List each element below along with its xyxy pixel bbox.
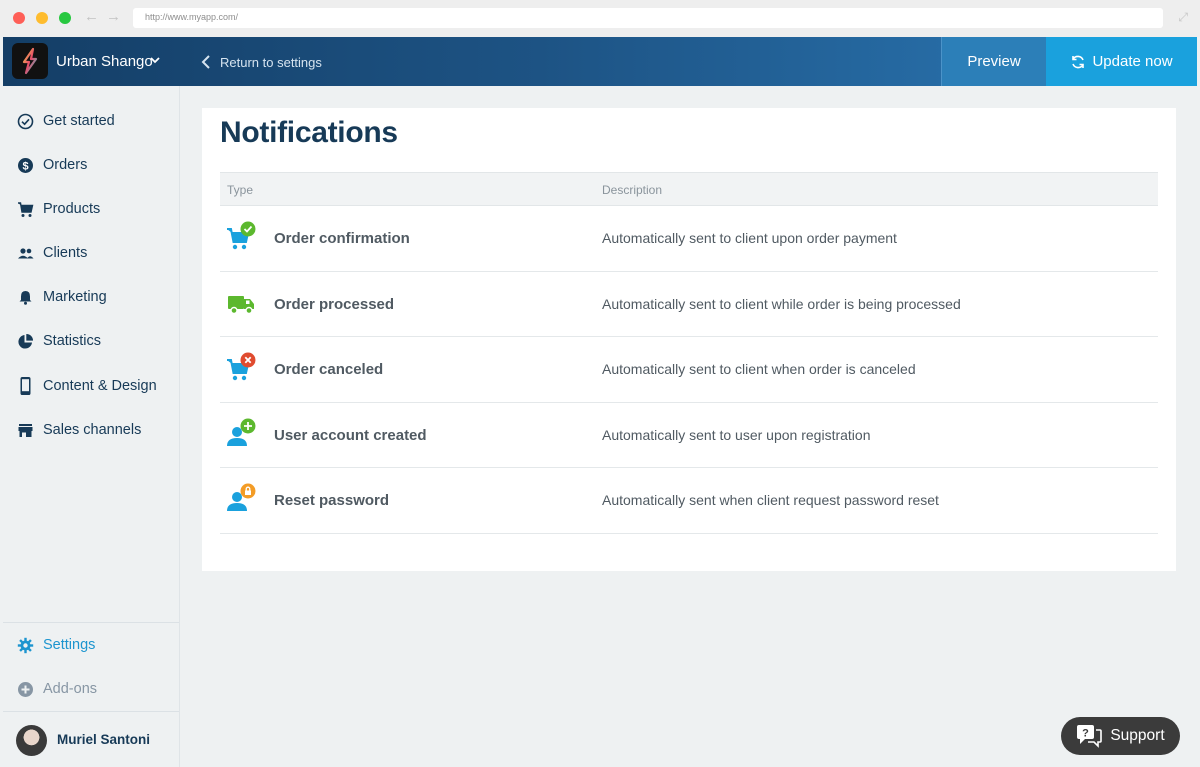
sidebar-item-sales-channels[interactable]: Sales channels — [3, 415, 179, 445]
store-name[interactable]: Urban Shango — [56, 53, 153, 70]
brand-logo[interactable] — [12, 43, 48, 79]
sidebar-divider — [3, 711, 179, 712]
check-circle-icon — [17, 113, 34, 130]
sidebar-item-label: Products — [43, 201, 101, 217]
user-add-icon — [226, 418, 258, 452]
notification-type: User account created — [274, 426, 427, 444]
sidebar-item-label: Add-ons — [43, 681, 98, 697]
page-title: Notifications — [220, 116, 398, 149]
sidebar-item-label: Content & Design — [43, 378, 157, 394]
support-label: Support — [1110, 727, 1165, 744]
notification-type: Order processed — [274, 295, 395, 313]
minimize-window-button[interactable] — [36, 12, 48, 24]
notification-description: Automatically sent to client when order … — [602, 361, 916, 377]
bell-icon — [17, 289, 34, 306]
table-row[interactable]: Order confirmation Automatically sent to… — [220, 206, 1158, 272]
sidebar-item-content-design[interactable]: Content & Design — [3, 371, 179, 401]
refresh-icon — [1072, 55, 1085, 68]
forward-arrow-icon[interactable]: → — [106, 8, 121, 25]
chevron-down-icon[interactable] — [149, 55, 161, 65]
return-label: Return to settings — [220, 54, 322, 70]
sidebar-item-label: Marketing — [43, 289, 107, 305]
cart-check-icon — [226, 221, 258, 255]
dollar-circle-icon: $ — [17, 157, 34, 174]
notification-type: Order confirmation — [274, 230, 410, 247]
sidebar-item-label: Clients — [43, 245, 88, 261]
svg-text:$: $ — [22, 160, 28, 172]
table-row[interactable]: Order canceled Automatically sent to cli… — [220, 337, 1158, 403]
user-lock-icon — [226, 483, 258, 517]
return-to-settings-link[interactable]: Return to settings — [201, 49, 322, 75]
sidebar-item-settings[interactable]: Settings — [3, 630, 179, 660]
update-label: Update now — [1092, 53, 1173, 70]
gear-icon — [17, 637, 34, 654]
maximize-window-button[interactable] — [59, 12, 71, 24]
cart-cancel-icon — [226, 352, 258, 386]
sidebar-item-label: Statistics — [43, 333, 102, 349]
sidebar-item-label: Sales channels — [43, 422, 142, 438]
browser-chrome: ← → http://www.myapp.com/ ⤢ — [0, 0, 1200, 37]
support-button[interactable]: ? Support — [1061, 717, 1180, 755]
notifications-table: Type Description Order confirmation Auto… — [220, 172, 1158, 534]
sidebar-item-statistics[interactable]: Statistics — [3, 326, 179, 356]
phone-icon — [17, 377, 34, 395]
table-row[interactable]: User account created Automatically sent … — [220, 403, 1158, 468]
people-icon — [17, 245, 34, 262]
sidebar-item-label: Settings — [43, 637, 96, 653]
table-header: Type Description — [220, 172, 1158, 206]
notification-description: Automatically sent to client while order… — [602, 295, 961, 312]
pie-chart-icon — [17, 333, 34, 350]
column-header-description: Description — [602, 183, 663, 197]
preview-label: Preview — [967, 53, 1021, 70]
preview-button[interactable]: Preview — [941, 37, 1046, 86]
chevron-left-icon — [201, 55, 210, 69]
notification-description: Automatically sent to client upon order … — [602, 230, 897, 246]
sidebar-item-label: Orders — [43, 157, 88, 173]
sidebar-item-label: Get started — [43, 113, 115, 129]
back-arrow-icon[interactable]: ← — [84, 8, 99, 25]
top-header: Urban Shango Return to settings Preview … — [3, 37, 1197, 86]
notification-description: Automatically sent to user upon registra… — [602, 426, 871, 443]
notification-type: Reset password — [274, 492, 390, 509]
svg-text:?: ? — [1082, 728, 1089, 740]
sidebar-item-products[interactable]: Products — [3, 194, 179, 224]
expand-icon[interactable]: ⤢ — [1178, 10, 1188, 25]
table-row[interactable]: Order processed Automatically sent to cl… — [220, 272, 1158, 337]
column-header-type: Type — [227, 183, 254, 197]
table-row[interactable]: Reset password Automatically sent when c… — [220, 468, 1158, 534]
url-bar[interactable]: http://www.myapp.com/ — [133, 8, 1163, 28]
notification-description: Automatically sent when client request p… — [602, 492, 939, 508]
user-name[interactable]: Muriel Santoni — [57, 732, 150, 747]
close-window-button[interactable] — [13, 12, 25, 24]
sidebar-item-marketing[interactable]: Marketing — [3, 282, 179, 312]
avatar[interactable] — [16, 725, 47, 756]
sidebar-divider — [3, 622, 179, 623]
cart-icon — [17, 201, 34, 218]
sidebar-item-get-started[interactable]: Get started — [3, 106, 179, 136]
truck-icon — [226, 287, 258, 321]
sidebar: Get started $ Orders Products Clients Ma… — [3, 86, 180, 767]
chat-help-icon: ? — [1077, 725, 1103, 748]
sidebar-item-orders[interactable]: $ Orders — [3, 150, 179, 180]
update-now-button[interactable]: Update now — [1046, 37, 1197, 86]
sidebar-item-clients[interactable]: Clients — [3, 238, 179, 268]
notification-type: Order canceled — [274, 361, 384, 378]
notifications-card: Notifications Type Description Order con… — [202, 108, 1176, 571]
store-icon — [17, 422, 34, 439]
sidebar-item-add-ons[interactable]: Add-ons — [3, 674, 179, 704]
plus-circle-icon — [17, 681, 34, 698]
